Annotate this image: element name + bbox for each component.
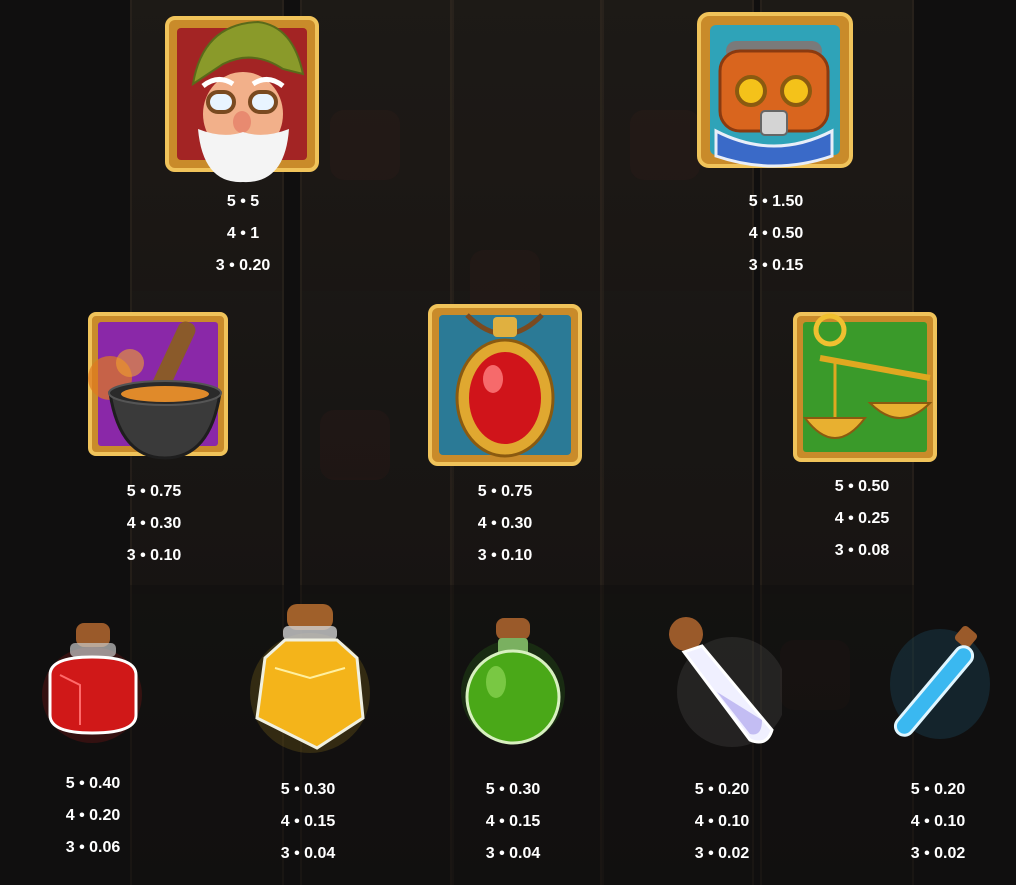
red-potion-icon xyxy=(42,623,142,743)
pay-5: 5 • 0.40 xyxy=(65,775,121,792)
pay-5: 5 • 5 xyxy=(226,193,260,210)
blue-vial-symbol xyxy=(885,622,995,746)
pay-3: 3 • 0.10 xyxy=(477,547,533,564)
pay-3: 3 • 0.04 xyxy=(485,845,541,862)
scales-symbol xyxy=(790,308,950,478)
pay-3: 3 • 0.06 xyxy=(65,839,121,856)
green-potion-icon xyxy=(461,618,565,745)
gnome-symbol xyxy=(163,14,323,184)
pay-5: 5 • 0.30 xyxy=(485,781,541,798)
pay-4: 4 • 0.20 xyxy=(65,807,121,824)
yellow-potion-icon xyxy=(250,604,370,753)
pay-3: 3 • 0.10 xyxy=(126,547,182,564)
pay-4: 4 • 0.30 xyxy=(477,515,533,532)
red-potion-paytable: 5 • 0.40 4 • 0.20 3 • 0.06 xyxy=(33,768,153,864)
robot-symbol xyxy=(696,11,856,181)
pay-4: 4 • 0.15 xyxy=(280,813,336,830)
red-potion-symbol xyxy=(40,615,150,745)
pay-4: 4 • 0.30 xyxy=(126,515,182,532)
pay-5: 5 • 0.30 xyxy=(280,781,336,798)
scales-paytable: 5 • 0.50 4 • 0.25 3 • 0.08 xyxy=(802,471,922,567)
gnome-paytable: 5 • 5 4 • 1 3 • 0.20 xyxy=(183,186,303,282)
mortar-pestle-icon xyxy=(88,312,228,460)
pay-4: 4 • 0.50 xyxy=(748,225,804,242)
pay-3: 3 • 0.02 xyxy=(910,845,966,862)
pay-5: 5 • 0.20 xyxy=(910,781,966,798)
pay-3: 3 • 0.20 xyxy=(215,257,271,274)
green-potion-paytable: 5 • 0.30 4 • 0.15 3 • 0.04 xyxy=(453,774,573,870)
amulet-symbol xyxy=(427,303,587,473)
golden-scales-icon xyxy=(793,312,937,462)
blue-vial-paytable: 5 • 0.20 4 • 0.10 3 • 0.02 xyxy=(878,774,998,870)
pay-5: 5 • 0.75 xyxy=(477,483,533,500)
pay-5: 5 • 0.20 xyxy=(694,781,750,798)
pay-5: 5 • 0.50 xyxy=(834,478,890,495)
yellow-potion-paytable: 5 • 0.30 4 • 0.15 3 • 0.04 xyxy=(248,774,368,870)
pay-3: 3 • 0.02 xyxy=(694,845,750,862)
mortar-symbol xyxy=(80,308,240,478)
pay-3: 3 • 0.15 xyxy=(748,257,804,274)
mortar-paytable: 5 • 0.75 4 • 0.30 3 • 0.10 xyxy=(94,476,214,572)
pay-3: 3 • 0.08 xyxy=(834,542,890,559)
red-amulet-icon xyxy=(428,304,582,466)
pay-4: 4 • 0.25 xyxy=(834,510,890,527)
robot-head-icon xyxy=(697,12,853,168)
pay-3: 3 • 0.04 xyxy=(280,845,336,862)
white-potion-paytable: 5 • 0.20 4 • 0.10 3 • 0.02 xyxy=(662,774,782,870)
blue-vial-icon xyxy=(890,625,990,739)
pay-4: 4 • 0.15 xyxy=(485,813,541,830)
pay-5: 5 • 0.75 xyxy=(126,483,182,500)
white-potion-icon xyxy=(669,617,782,747)
pay-4: 4 • 0.10 xyxy=(910,813,966,830)
gnome-inventor-icon xyxy=(165,16,319,183)
green-potion-symbol xyxy=(458,612,568,748)
pay-4: 4 • 1 xyxy=(226,225,260,242)
amulet-paytable: 5 • 0.75 4 • 0.30 3 • 0.10 xyxy=(445,476,565,572)
robot-paytable: 5 • 1.50 4 • 0.50 3 • 0.15 xyxy=(716,186,836,282)
pay-5: 5 • 1.50 xyxy=(748,193,804,210)
white-potion-symbol xyxy=(662,612,782,752)
pay-4: 4 • 0.10 xyxy=(694,813,750,830)
yellow-potion-symbol xyxy=(245,598,375,758)
